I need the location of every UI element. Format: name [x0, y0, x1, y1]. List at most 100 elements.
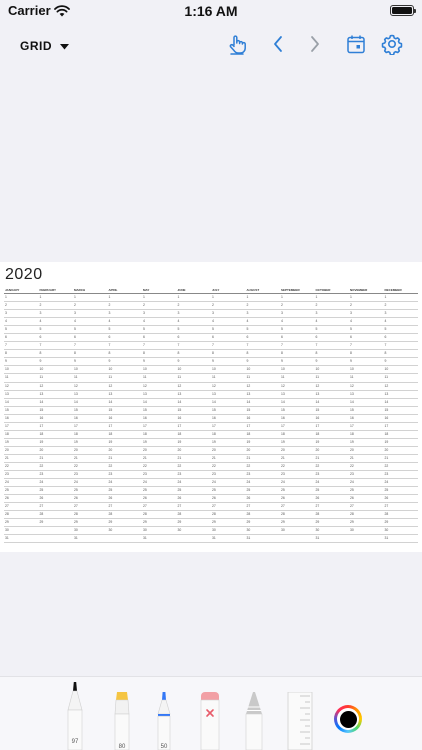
color-picker-button[interactable] — [334, 705, 362, 733]
day-cell[interactable]: 5 — [39, 326, 74, 333]
day-cell[interactable]: 21 — [142, 455, 177, 462]
day-cell[interactable]: 22 — [384, 463, 419, 470]
day-cell[interactable]: 29 — [211, 519, 246, 526]
day-cell[interactable]: 10 — [384, 366, 419, 373]
day-cell[interactable]: 29 — [246, 519, 281, 526]
day-cell[interactable]: 7 — [73, 342, 108, 349]
day-cell[interactable]: 1 — [39, 294, 74, 301]
day-cell[interactable]: 6 — [177, 334, 212, 341]
day-cell[interactable]: 4 — [211, 318, 246, 325]
day-cell[interactable]: 2 — [211, 302, 246, 309]
day-cell[interactable]: 23 — [177, 471, 212, 478]
day-cell[interactable]: 28 — [246, 511, 281, 518]
touch-hand-icon[interactable] — [225, 32, 249, 56]
day-cell[interactable]: 29 — [315, 519, 350, 526]
day-cell[interactable]: 4 — [39, 318, 74, 325]
day-cell[interactable]: 28 — [142, 511, 177, 518]
day-cell[interactable]: 26 — [177, 495, 212, 502]
day-cell[interactable]: 17 — [4, 423, 39, 430]
day-cell[interactable]: 6 — [39, 334, 74, 341]
day-cell[interactable]: 15 — [39, 407, 74, 414]
day-cell[interactable]: 18 — [142, 431, 177, 438]
eraser-tool[interactable] — [199, 692, 221, 750]
day-cell[interactable]: 7 — [108, 342, 143, 349]
day-cell[interactable]: 26 — [349, 495, 384, 502]
day-cell[interactable]: 21 — [108, 455, 143, 462]
day-cell[interactable]: 25 — [177, 487, 212, 494]
day-cell[interactable]: 29 — [73, 519, 108, 526]
day-cell[interactable]: 23 — [211, 471, 246, 478]
day-cell[interactable]: 12 — [280, 383, 315, 390]
chevron-left-icon[interactable] — [266, 32, 290, 56]
day-cell[interactable]: 10 — [108, 366, 143, 373]
day-cell[interactable]: 2 — [384, 302, 419, 309]
day-cell[interactable]: 23 — [4, 471, 39, 478]
day-cell[interactable]: 1 — [142, 294, 177, 301]
day-cell[interactable]: 5 — [177, 326, 212, 333]
day-cell[interactable]: 17 — [315, 423, 350, 430]
day-cell[interactable]: 10 — [315, 366, 350, 373]
day-cell[interactable]: 23 — [39, 471, 74, 478]
day-cell[interactable]: 7 — [280, 342, 315, 349]
day-cell[interactable]: 5 — [315, 326, 350, 333]
day-cell[interactable]: 10 — [177, 366, 212, 373]
day-cell[interactable]: 20 — [280, 447, 315, 454]
day-cell[interactable]: 13 — [4, 391, 39, 398]
day-cell[interactable]: 4 — [246, 318, 281, 325]
day-cell[interactable]: 8 — [142, 350, 177, 357]
day-cell[interactable]: 27 — [211, 503, 246, 510]
day-cell[interactable]: 1 — [177, 294, 212, 301]
day-cell[interactable]: 26 — [108, 495, 143, 502]
day-cell[interactable]: 20 — [73, 447, 108, 454]
day-cell[interactable]: 2 — [142, 302, 177, 309]
day-cell[interactable]: 4 — [177, 318, 212, 325]
day-cell[interactable]: 12 — [246, 383, 281, 390]
day-cell[interactable]: 24 — [349, 479, 384, 486]
day-cell[interactable]: 25 — [73, 487, 108, 494]
day-cell[interactable]: 12 — [349, 383, 384, 390]
day-cell[interactable]: 13 — [108, 391, 143, 398]
day-cell[interactable]: 6 — [280, 334, 315, 341]
day-cell[interactable]: 9 — [384, 358, 419, 365]
day-cell[interactable]: 19 — [211, 439, 246, 446]
day-cell[interactable]: 29 — [142, 519, 177, 526]
day-cell[interactable]: 6 — [315, 334, 350, 341]
day-cell[interactable]: 21 — [211, 455, 246, 462]
day-cell[interactable]: 16 — [315, 415, 350, 422]
day-cell[interactable]: 8 — [349, 350, 384, 357]
day-cell[interactable]: 7 — [349, 342, 384, 349]
day-cell[interactable]: 28 — [39, 511, 74, 518]
day-cell[interactable]: 24 — [211, 479, 246, 486]
day-cell[interactable]: 27 — [280, 503, 315, 510]
day-cell[interactable] — [280, 535, 315, 542]
day-cell[interactable]: 26 — [246, 495, 281, 502]
day-cell[interactable]: 7 — [384, 342, 419, 349]
day-cell[interactable]: 19 — [384, 439, 419, 446]
day-cell[interactable]: 2 — [39, 302, 74, 309]
day-cell[interactable]: 21 — [315, 455, 350, 462]
day-cell[interactable]: 15 — [4, 407, 39, 414]
day-cell[interactable]: 31 — [4, 535, 39, 542]
day-cell[interactable]: 19 — [39, 439, 74, 446]
day-cell[interactable]: 9 — [39, 358, 74, 365]
calendar-icon[interactable] — [344, 32, 368, 56]
day-cell[interactable]: 2 — [4, 302, 39, 309]
day-cell[interactable]: 13 — [39, 391, 74, 398]
day-cell[interactable]: 26 — [4, 495, 39, 502]
day-cell[interactable]: 11 — [246, 374, 281, 381]
day-cell[interactable]: 11 — [315, 374, 350, 381]
pen-tool[interactable]: 97 — [66, 682, 84, 750]
day-cell[interactable]: 18 — [108, 431, 143, 438]
day-cell[interactable]: 16 — [349, 415, 384, 422]
day-cell[interactable]: 22 — [73, 463, 108, 470]
day-cell[interactable]: 8 — [384, 350, 419, 357]
day-cell[interactable]: 29 — [177, 519, 212, 526]
day-cell[interactable]: 24 — [246, 479, 281, 486]
day-cell[interactable]: 19 — [246, 439, 281, 446]
day-cell[interactable]: 28 — [384, 511, 419, 518]
day-cell[interactable]: 22 — [108, 463, 143, 470]
day-cell[interactable]: 18 — [349, 431, 384, 438]
day-cell[interactable]: 7 — [211, 342, 246, 349]
day-cell[interactable]: 16 — [211, 415, 246, 422]
day-cell[interactable]: 6 — [211, 334, 246, 341]
